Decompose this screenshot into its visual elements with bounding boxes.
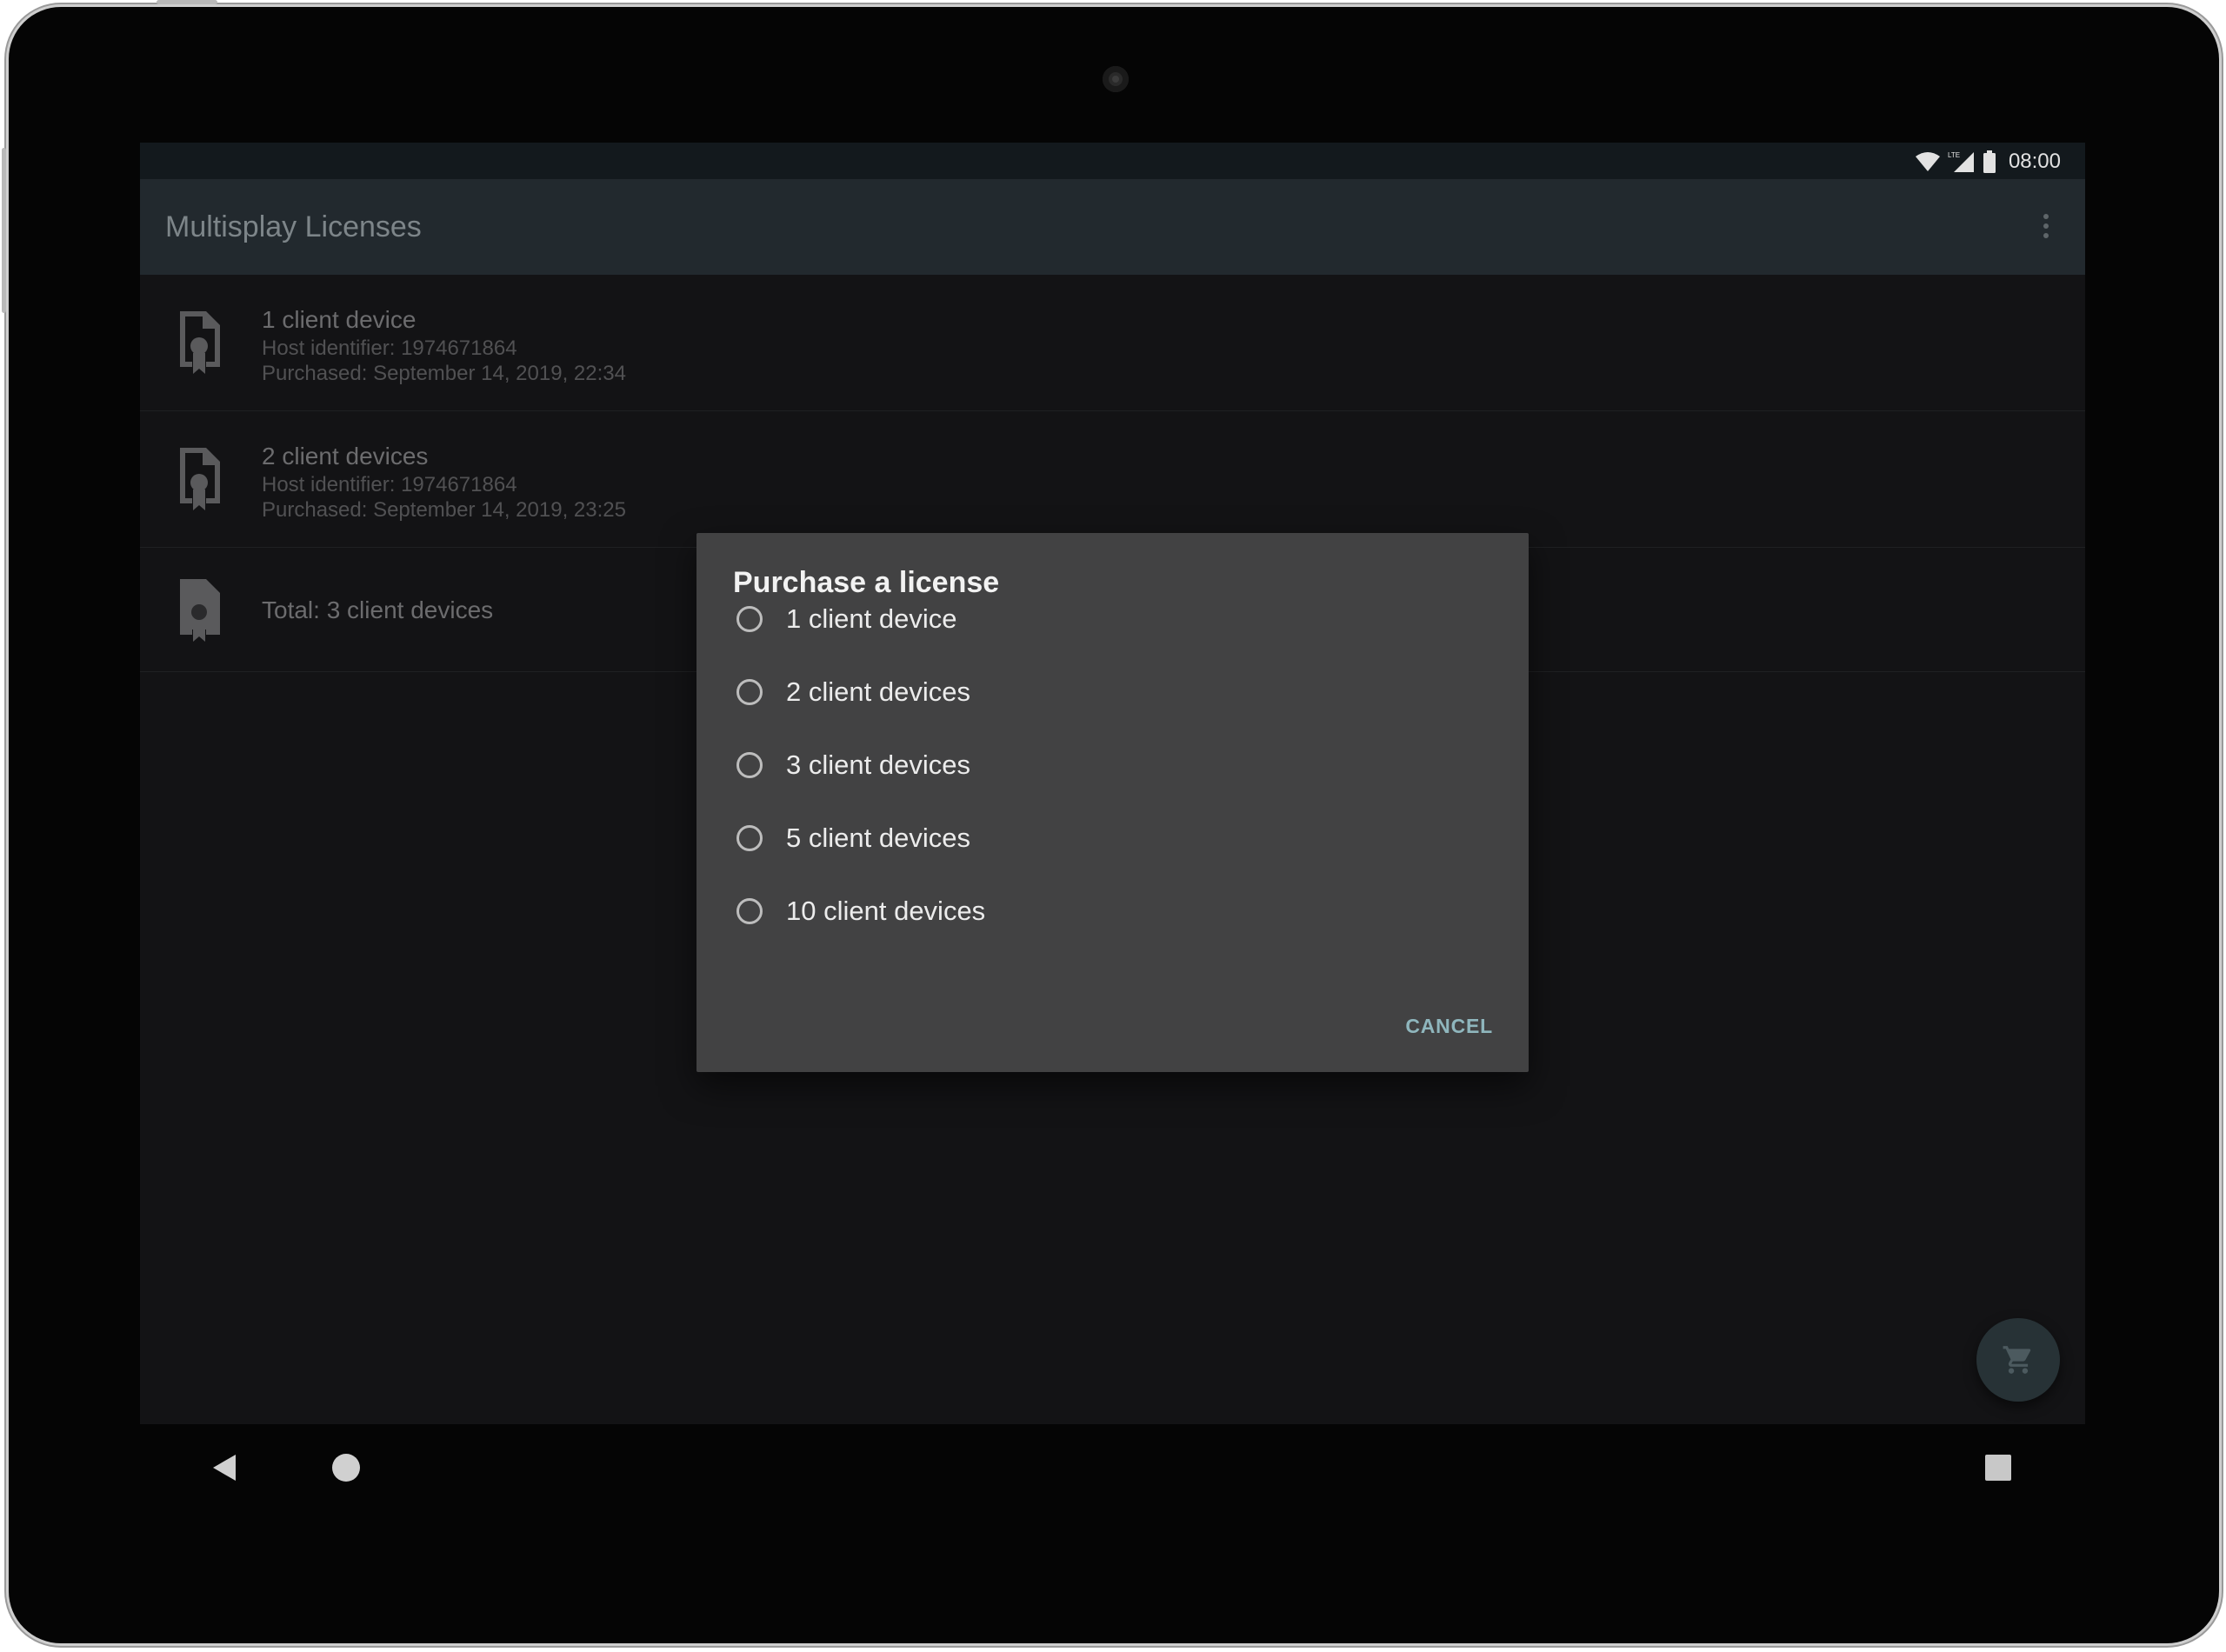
purchase-dialog: Purchase a license 1 client device 2 cli… (696, 533, 1529, 1072)
front-camera (1103, 66, 1129, 92)
option-label: 5 client devices (786, 823, 970, 853)
option-3-client-devices[interactable]: 3 client devices (731, 739, 1253, 791)
option-1-client-device[interactable]: 1 client device (731, 593, 1253, 645)
option-10-client-devices[interactable]: 10 client devices (731, 885, 1253, 937)
radio-button[interactable] (736, 606, 763, 632)
option-label: 1 client device (786, 603, 957, 634)
option-2-client-devices[interactable]: 2 client devices (731, 666, 1253, 718)
option-5-client-devices[interactable]: 5 client devices (731, 812, 1253, 864)
radio-button[interactable] (736, 825, 763, 851)
back-icon[interactable] (210, 1452, 241, 1483)
power-button (157, 0, 217, 4)
radio-button[interactable] (736, 679, 763, 705)
navigation-bar (140, 1424, 2085, 1511)
option-label: 3 client devices (786, 749, 970, 780)
radio-button[interactable] (736, 898, 763, 924)
radio-button[interactable] (736, 752, 763, 778)
volume-button (2, 148, 6, 313)
home-icon[interactable] (332, 1454, 360, 1482)
cancel-button[interactable]: CANCEL (1405, 1009, 1493, 1043)
recent-apps-icon[interactable] (1985, 1455, 2011, 1481)
option-label: 2 client devices (786, 676, 970, 707)
option-label: 10 client devices (786, 896, 986, 926)
